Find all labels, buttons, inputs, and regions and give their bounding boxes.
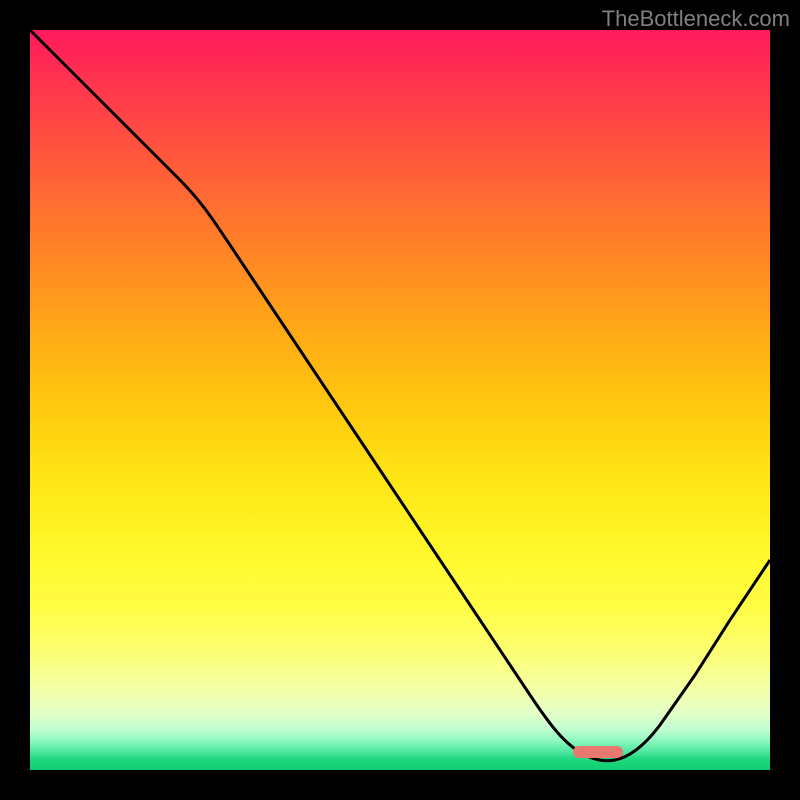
- bottleneck-curve: [30, 30, 770, 770]
- watermark-text: TheBottleneck.com: [602, 6, 790, 32]
- chart-plot-area: [30, 30, 770, 770]
- optimal-marker: [573, 746, 623, 758]
